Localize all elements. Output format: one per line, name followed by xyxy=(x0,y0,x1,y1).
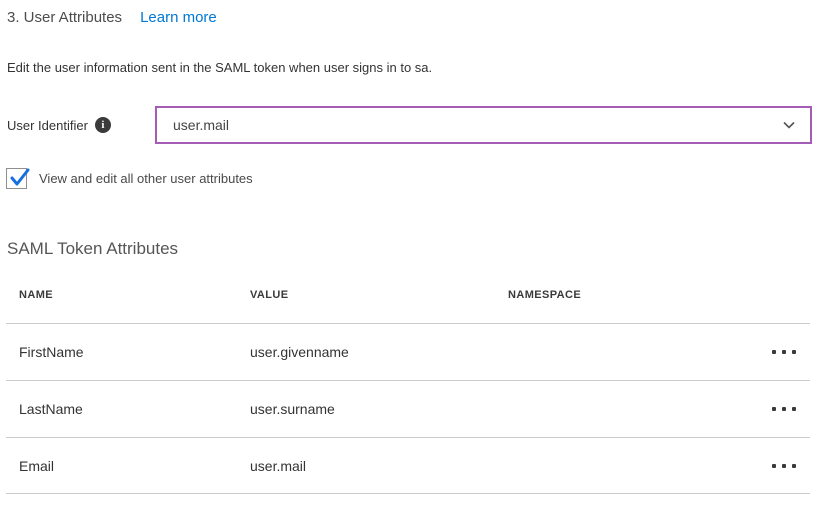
table-row: FirstName user.givenname xyxy=(6,323,810,380)
chevron-down-icon xyxy=(782,118,796,132)
info-icon[interactable]: i xyxy=(95,117,111,133)
column-header-name: NAME xyxy=(6,289,250,301)
view-edit-attributes-checkbox[interactable] xyxy=(6,168,27,189)
column-header-value: VALUE xyxy=(250,289,508,301)
attr-value: user.mail xyxy=(250,458,508,474)
saml-table-heading: SAML Token Attributes xyxy=(6,239,812,259)
attr-name: FirstName xyxy=(6,344,250,360)
section-title: 3. User Attributes xyxy=(7,9,122,26)
section-description: Edit the user information sent in the SA… xyxy=(6,60,812,75)
ellipsis-icon[interactable] xyxy=(766,381,810,437)
ellipsis-icon[interactable] xyxy=(766,324,810,380)
table-row: LastName user.surname xyxy=(6,380,810,437)
table-header-row: NAME VALUE NAMESPACE xyxy=(6,289,810,323)
view-edit-attributes-row: View and edit all other user attributes xyxy=(6,168,812,189)
table-row: Email user.mail xyxy=(6,437,810,494)
ellipsis-icon[interactable] xyxy=(766,438,810,493)
attr-value: user.givenname xyxy=(250,344,508,360)
user-identifier-label: User Identifier xyxy=(7,118,88,133)
user-identifier-row: User Identifier i user.mail xyxy=(6,106,812,144)
user-identifier-value: user.mail xyxy=(173,117,229,133)
attr-name: LastName xyxy=(6,401,250,417)
view-edit-attributes-label: View and edit all other user attributes xyxy=(39,171,253,186)
saml-attributes-table: NAME VALUE NAMESPACE FirstName user.give… xyxy=(6,289,810,494)
learn-more-link[interactable]: Learn more xyxy=(140,9,217,26)
column-header-namespace: NAMESPACE xyxy=(508,289,766,301)
section-header: 3. User Attributes Learn more xyxy=(6,0,812,26)
user-identifier-label-wrap: User Identifier i xyxy=(6,117,155,133)
user-attributes-panel: 3. User Attributes Learn more Edit the u… xyxy=(0,0,824,532)
user-identifier-dropdown[interactable]: user.mail xyxy=(155,106,812,144)
attr-name: Email xyxy=(6,458,250,474)
attr-value: user.surname xyxy=(250,401,508,417)
